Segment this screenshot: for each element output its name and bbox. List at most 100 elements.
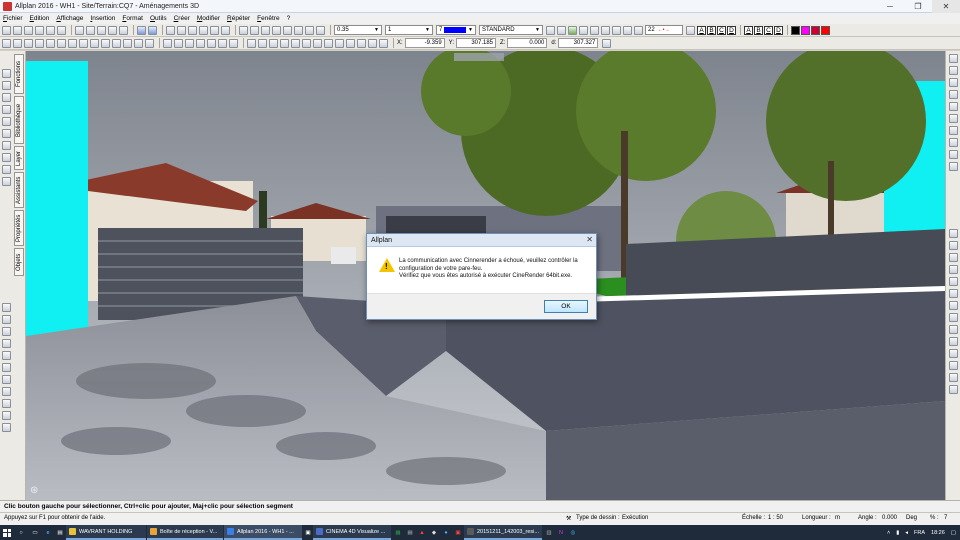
tool-icon[interactable]	[2, 315, 11, 324]
layer-select[interactable]: STANDARD ▼	[479, 25, 543, 35]
print-preview-icon[interactable]	[86, 25, 95, 35]
palette-icon[interactable]	[305, 25, 314, 35]
text-style-a[interactable]: A	[697, 25, 706, 35]
paste-icon[interactable]	[119, 25, 128, 35]
cut-icon[interactable]	[97, 25, 106, 35]
text-icon[interactable]	[24, 38, 33, 48]
hatch-icon[interactable]	[579, 25, 588, 35]
layout-icon[interactable]	[57, 25, 66, 35]
task-cinema4d[interactable]: CINEMA 4D Visualize ...	[313, 525, 391, 540]
network-icon[interactable]: ▮	[896, 530, 899, 536]
tool-icon[interactable]	[949, 229, 958, 238]
volume-icon[interactable]: ◂	[905, 530, 908, 536]
tool-icon[interactable]	[2, 327, 11, 336]
tool-icon[interactable]	[2, 411, 11, 420]
spline-icon[interactable]	[57, 38, 66, 48]
tool-icon[interactable]	[2, 129, 11, 138]
text-style-d[interactable]: D	[727, 25, 736, 35]
drawing-type-value[interactable]: Exécution	[622, 515, 648, 521]
material-icon[interactable]	[357, 38, 366, 48]
render-icon[interactable]	[313, 38, 322, 48]
close-window-button[interactable]: ✕	[932, 0, 960, 13]
acrobat-icon[interactable]: ▲	[416, 530, 428, 536]
zoom-icon[interactable]	[250, 25, 259, 35]
measure-icon[interactable]	[302, 38, 311, 48]
angle-value[interactable]: 0.000	[882, 515, 897, 521]
explorer-icon[interactable]: ▤	[54, 530, 66, 536]
symbol-icon[interactable]	[163, 38, 172, 48]
app-icon[interactable]: ▥	[543, 530, 555, 536]
tool-icon[interactable]	[949, 385, 958, 394]
slab-icon[interactable]	[90, 38, 99, 48]
menu-help[interactable]: ?	[287, 15, 291, 22]
menu-creer[interactable]: Créer	[174, 15, 190, 22]
coord-x-field[interactable]: -9.359	[404, 38, 445, 48]
fill-icon[interactable]	[601, 25, 610, 35]
tool-icon[interactable]	[2, 117, 11, 126]
undo-icon[interactable]	[137, 25, 146, 35]
tool-icon[interactable]	[949, 337, 958, 346]
filter-icon[interactable]	[218, 38, 227, 48]
tool-icon[interactable]	[949, 126, 958, 135]
surface-icon[interactable]	[568, 25, 577, 35]
opening-icon[interactable]	[112, 38, 121, 48]
tool-icon[interactable]	[949, 313, 958, 322]
smart-part-icon[interactable]	[185, 38, 194, 48]
tool-icon[interactable]	[949, 138, 958, 147]
tab-assistants[interactable]: Assistants	[14, 172, 24, 208]
tool-icon[interactable]	[2, 165, 11, 174]
tab-layer[interactable]: Layer	[14, 146, 24, 170]
tool-icon[interactable]	[949, 301, 958, 310]
object-icon[interactable]	[196, 38, 205, 48]
text-size-select[interactable]: 22 ←•→	[645, 25, 683, 35]
color-swatch-crimson[interactable]	[811, 25, 820, 35]
tool-icon[interactable]	[2, 387, 11, 396]
coord-y-field[interactable]: 307.185	[456, 38, 497, 48]
tool-icon[interactable]	[2, 399, 11, 408]
column-icon[interactable]	[101, 38, 110, 48]
line-type-select[interactable]: 1 ▼	[385, 25, 433, 35]
layer-settings-icon[interactable]	[546, 25, 555, 35]
match-properties-icon[interactable]	[634, 25, 643, 35]
minimize-button[interactable]: ─	[876, 0, 904, 13]
navigation-icon[interactable]: ⊛	[30, 485, 38, 496]
start-button[interactable]	[0, 525, 14, 540]
edit-icon[interactable]	[229, 38, 238, 48]
pen-thickness-select[interactable]: 0.35 ▼	[334, 25, 382, 35]
layer-icon[interactable]	[294, 25, 303, 35]
tool-icon[interactable]	[949, 150, 958, 159]
stretch-icon[interactable]	[221, 25, 230, 35]
coord-d-field[interactable]: 307.327	[558, 38, 599, 48]
tool-icon[interactable]	[949, 361, 958, 370]
macro-icon[interactable]	[174, 38, 183, 48]
tool-icon[interactable]	[2, 141, 11, 150]
tab-fonctions[interactable]: Fonctions	[14, 54, 24, 94]
dialog-close-button[interactable]: ✕	[586, 235, 593, 244]
language-indicator[interactable]: FRA	[914, 530, 925, 536]
tool-icon[interactable]	[2, 105, 11, 114]
app-icon[interactable]: ▣	[452, 530, 464, 536]
menu-fichier[interactable]: Fichier	[3, 15, 23, 22]
font-style-d[interactable]: D	[774, 25, 783, 35]
tray-chevron-icon[interactable]: ˄	[887, 530, 890, 536]
font-style-b[interactable]: B	[754, 25, 763, 35]
search-icon[interactable]: ○	[14, 530, 28, 536]
tool-icon[interactable]	[949, 289, 958, 298]
style-area-icon[interactable]	[612, 25, 621, 35]
light-icon[interactable]	[335, 38, 344, 48]
tool-icon[interactable]	[2, 153, 11, 162]
color-select[interactable]: 7 ▼	[436, 25, 476, 35]
color-swatch-red[interactable]	[821, 25, 830, 35]
open-icon[interactable]	[13, 25, 22, 35]
task-view-icon[interactable]: ▭	[28, 530, 42, 536]
track-icon[interactable]	[269, 38, 278, 48]
tool-icon[interactable]	[2, 81, 11, 90]
tool-icon[interactable]	[949, 102, 958, 111]
delete-icon[interactable]	[177, 25, 186, 35]
delete-tool-icon[interactable]	[949, 162, 958, 171]
view-icon[interactable]	[239, 25, 248, 35]
rectangle-icon[interactable]	[13, 38, 22, 48]
color-swatch-black[interactable]	[791, 25, 800, 35]
animation-icon[interactable]	[324, 38, 333, 48]
color-swatch-magenta[interactable]	[801, 25, 810, 35]
